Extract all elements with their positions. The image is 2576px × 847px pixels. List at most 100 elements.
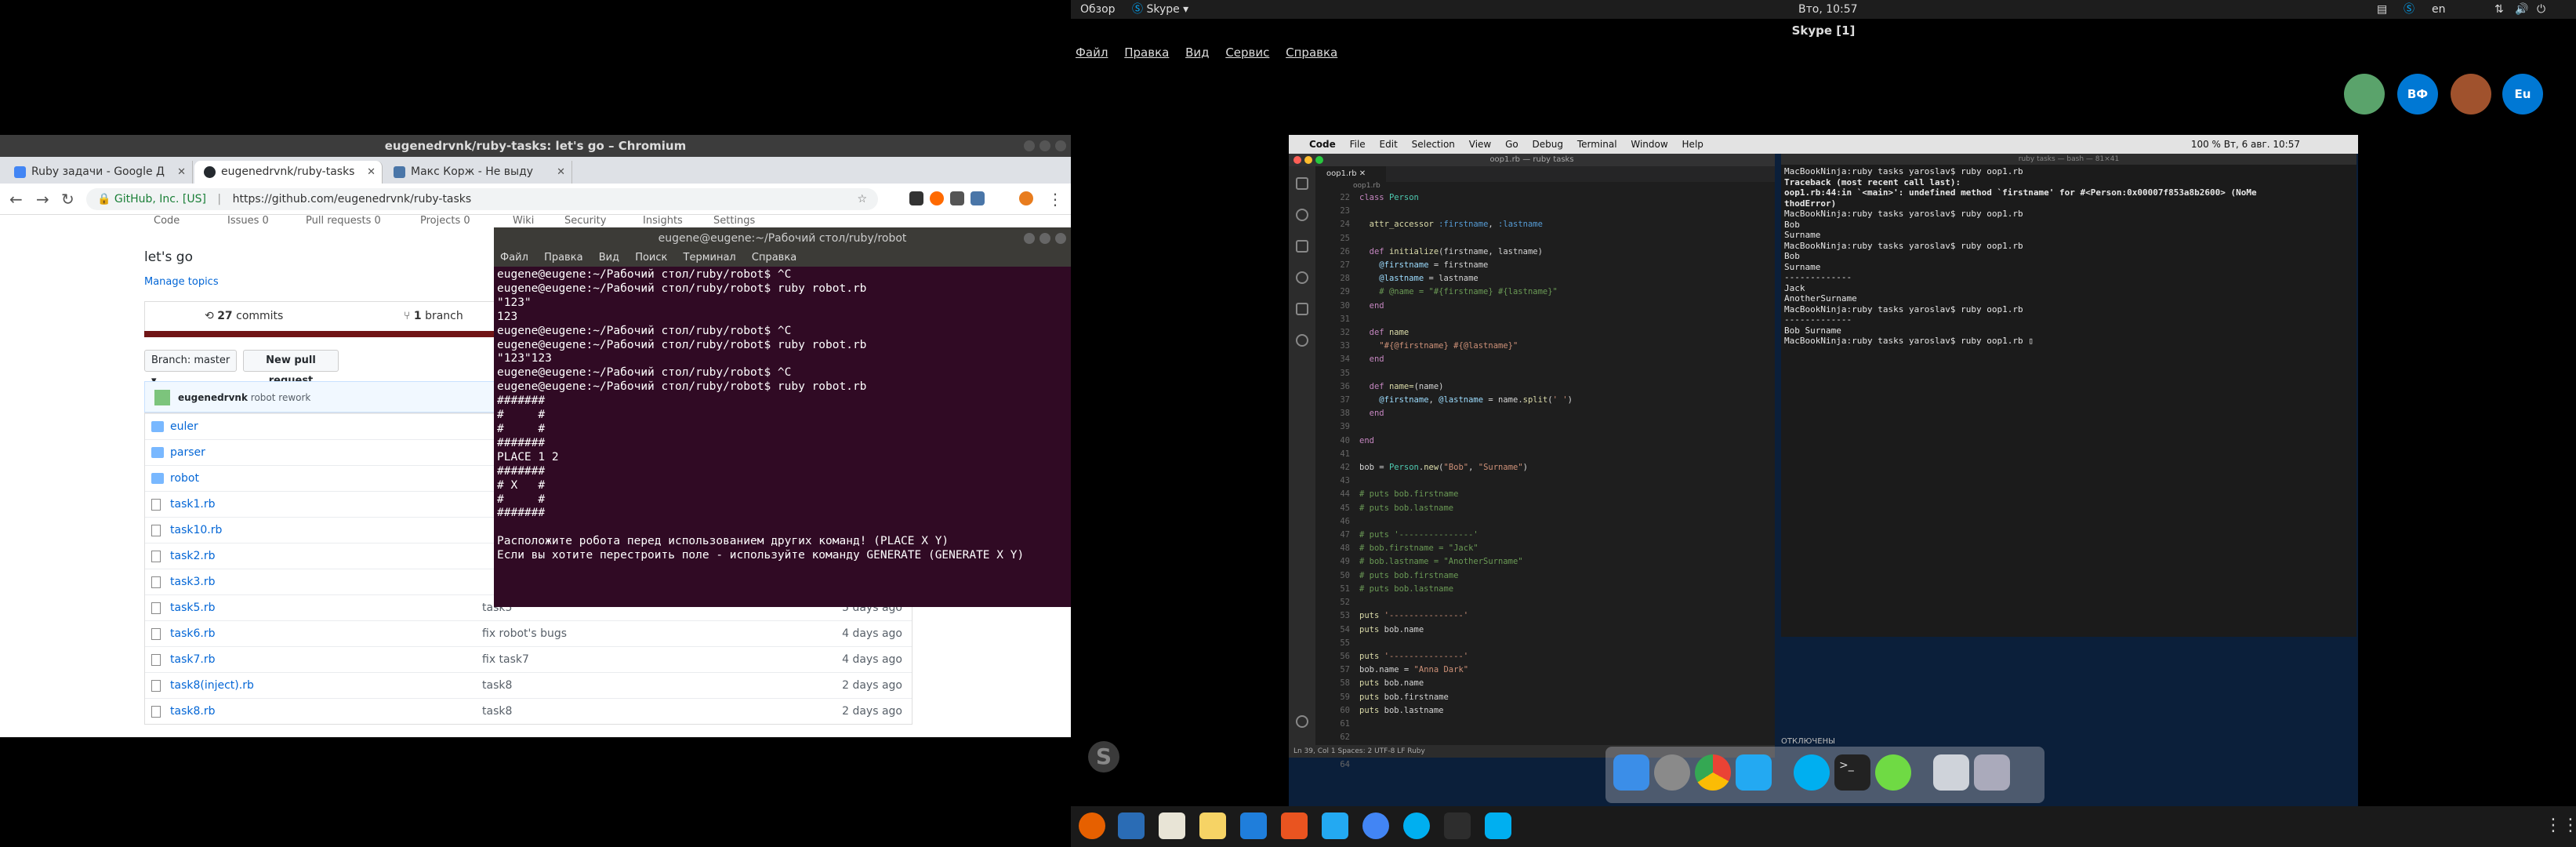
mac-menu-view[interactable]: View xyxy=(1469,139,1491,150)
mac-menu-selection[interactable]: Selection xyxy=(1412,139,1455,150)
breadcrumb[interactable]: oop1.rb xyxy=(1315,182,1775,191)
mac-menu-edit[interactable]: Edit xyxy=(1380,139,1398,150)
zoom-button[interactable] xyxy=(1315,156,1323,164)
vscode-window[interactable]: oop1.rb — ruby tasks oop1.rb ✕ oop1.rb 2… xyxy=(1289,154,1775,769)
file-name[interactable]: task1.rb xyxy=(170,492,215,517)
terminal-icon[interactable]: >_ xyxy=(1834,754,1870,791)
file-name[interactable]: task6.rb xyxy=(170,621,215,646)
skype-menu-help[interactable]: Справка xyxy=(1286,45,1337,60)
menu-help[interactable]: Справка xyxy=(752,252,796,264)
explorer-icon[interactable] xyxy=(1296,177,1308,190)
file-name[interactable]: task8.rb xyxy=(170,699,215,724)
skype-tray-icon[interactable]: Ⓢ xyxy=(2404,0,2415,19)
mac-menu-file[interactable]: File xyxy=(1350,139,1366,150)
menu-file[interactable]: Файл xyxy=(500,252,528,264)
branch-select-button[interactable]: Branch: master ▾ xyxy=(144,350,237,387)
network-icon[interactable]: ⇅ xyxy=(2494,0,2504,19)
new-pull-request-button[interactable]: New pull request xyxy=(243,350,339,387)
file-row[interactable]: task6.rb fix robot's bugs 4 days ago xyxy=(145,620,912,646)
debug-icon[interactable] xyxy=(1296,271,1308,284)
firefox-icon[interactable] xyxy=(1079,812,1105,839)
commits-link[interactable]: ⟲ 27 commits xyxy=(205,310,283,322)
tab-github-repo[interactable]: eugenedrvnk/ruby-tasks ✕ xyxy=(194,161,383,184)
repo-tab-settings[interactable]: Settings xyxy=(713,215,755,227)
minimize-button[interactable] xyxy=(1024,140,1035,151)
skype-icon[interactable] xyxy=(1403,812,1430,839)
power-icon[interactable]: ⏻ xyxy=(2537,0,2545,19)
participant-avatar[interactable] xyxy=(2344,74,2385,115)
terminal-output[interactable]: eugene@eugene:~/Рабочий стол/ruby/robot$… xyxy=(497,268,1068,605)
close-button[interactable] xyxy=(1293,156,1301,164)
menu-search[interactable]: Поиск xyxy=(635,252,667,264)
downloads-icon[interactable] xyxy=(1933,754,1969,791)
maximize-button[interactable] xyxy=(1039,233,1050,244)
profile-avatar[interactable] xyxy=(1019,191,1033,205)
file-commit-message[interactable]: task8 xyxy=(482,673,512,698)
chrome-icon[interactable] xyxy=(1695,754,1731,791)
repo-tab-security[interactable]: Security xyxy=(564,215,606,227)
mac-menu-app[interactable]: Code xyxy=(1309,139,1336,150)
close-tab-icon[interactable]: ✕ xyxy=(367,161,376,184)
maximize-button[interactable] xyxy=(1039,140,1050,151)
thunderbird-icon[interactable] xyxy=(1118,812,1145,839)
mac-terminal-window[interactable]: ruby tasks — bash — 81×41 MacBookNinja:r… xyxy=(1781,154,2356,637)
clock[interactable]: Вто, 10:57 xyxy=(1798,0,1858,19)
participant-avatar[interactable]: Eu xyxy=(2502,74,2543,115)
reload-icon[interactable]: ↻ xyxy=(61,190,74,209)
menu-terminal[interactable]: Терминал xyxy=(684,252,736,264)
minimize-button[interactable] xyxy=(1024,233,1035,244)
participant-avatar[interactable]: ВФ xyxy=(2397,74,2438,115)
tab-vk-music[interactable]: Макс Корж - Не выду ✕ xyxy=(384,161,572,184)
repo-tab-issues[interactable]: Issues 0 xyxy=(227,215,269,227)
file-row[interactable]: task8(inject).rb task8 2 days ago xyxy=(145,672,912,698)
menu-dots-icon[interactable]: ⋮ xyxy=(1047,190,1063,209)
mac-menu-window[interactable]: Window xyxy=(1631,139,1667,150)
skype-icon[interactable] xyxy=(1794,754,1830,791)
close-window-button[interactable] xyxy=(1055,233,1066,244)
skype-menu-edit[interactable]: Правка xyxy=(1124,45,1169,60)
app-menu[interactable]: Ⓢ Skype ▾ xyxy=(1132,0,1188,19)
skype-menu-view[interactable]: Вид xyxy=(1185,45,1209,60)
activities-button[interactable]: Обзор xyxy=(1080,0,1116,19)
software-center-icon[interactable] xyxy=(1281,812,1308,839)
search-icon[interactable] xyxy=(1296,209,1308,221)
file-name[interactable]: parser xyxy=(170,440,205,465)
repo-tab-wiki[interactable]: Wiki xyxy=(513,215,534,227)
file-name[interactable]: task3.rb xyxy=(170,569,215,594)
commit-message[interactable]: robot rework xyxy=(251,392,311,403)
chromium-icon[interactable] xyxy=(1362,812,1389,839)
mac-terminal-output[interactable]: MacBookNinja:ruby tasks yaroslav$ ruby o… xyxy=(1784,166,2353,635)
mac-menu-debug[interactable]: Debug xyxy=(1533,139,1563,150)
close-tab-icon[interactable]: ✕ xyxy=(177,161,186,184)
gear-icon[interactable] xyxy=(1296,715,1308,728)
mac-menu-terminal[interactable]: Terminal xyxy=(1577,139,1617,150)
tab-oop1[interactable]: oop1.rb ✕ xyxy=(1315,166,1386,182)
tab-ruby-tasks-doc[interactable]: Ruby задачи - Google Д ✕ xyxy=(5,161,193,184)
skype-menu-file[interactable]: Файл xyxy=(1076,45,1108,60)
terminal-icon[interactable] xyxy=(1444,812,1471,839)
launchpad-icon[interactable] xyxy=(1654,754,1690,791)
menu-view[interactable]: Вид xyxy=(599,252,619,264)
mac-menu-go[interactable]: Go xyxy=(1505,139,1518,150)
branches-link[interactable]: ⑂ 1 branch xyxy=(404,310,463,322)
avatar[interactable] xyxy=(154,390,170,405)
file-commit-message[interactable]: fix task7 xyxy=(482,647,529,672)
close-tab-icon[interactable]: ✕ xyxy=(557,161,565,184)
file-name[interactable]: task5.rb xyxy=(170,595,215,620)
skype-menu-service[interactable]: Сервис xyxy=(1225,45,1269,60)
repo-tab-pull-requests[interactable]: Pull requests 0 xyxy=(306,215,381,227)
skype-active-icon[interactable] xyxy=(1485,812,1511,839)
file-commit-message[interactable]: fix robot's bugs xyxy=(482,621,567,646)
star-icon[interactable]: ☆ xyxy=(857,188,867,210)
vscode-icon[interactable] xyxy=(1322,812,1348,839)
repo-tab-code[interactable]: Code xyxy=(154,215,180,227)
file-name[interactable]: task7.rb xyxy=(170,647,215,672)
source-control-icon[interactable] xyxy=(1296,240,1308,253)
timeline-icon[interactable] xyxy=(1296,334,1308,347)
extension-icon[interactable] xyxy=(930,191,944,205)
forward-arrow-icon[interactable]: → xyxy=(36,190,49,209)
file-name[interactable]: euler xyxy=(170,414,198,439)
minimize-button[interactable] xyxy=(1304,156,1312,164)
mac-clock[interactable]: 100 % Вт, 6 авг. 10:57 xyxy=(2191,135,2300,154)
screen-icon[interactable]: ▤ xyxy=(2377,0,2387,19)
